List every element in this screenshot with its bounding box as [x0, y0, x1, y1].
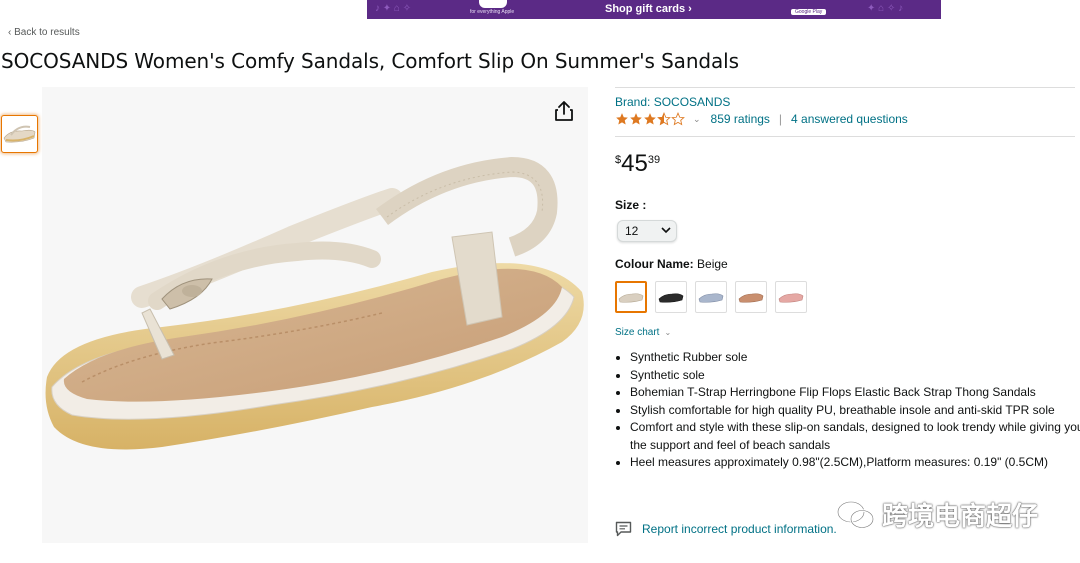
- star-icon: [616, 113, 628, 125]
- rating-row: ⌄ 859 ratings | 4 answered questions: [615, 112, 908, 126]
- back-to-results-link[interactable]: ‹ Back to results: [8, 27, 80, 38]
- watermark: 跨境电商超仔: [836, 496, 1038, 533]
- swatch-beige[interactable]: [615, 281, 647, 313]
- report-incorrect-info-link[interactable]: Report incorrect product information.: [615, 521, 837, 537]
- feature-item: Bohemian T-Strap Herringbone Flip Flops …: [630, 384, 1080, 402]
- star-empty-icon: [671, 112, 685, 126]
- size-chart-label: Size chart: [615, 327, 660, 338]
- sandal-swatch-image: [738, 293, 764, 303]
- apple-gift-card-icon: [479, 0, 507, 8]
- chevron-down-icon: [661, 227, 671, 234]
- banner-left-caption: for everything Apple: [470, 9, 515, 15]
- size-chart-link[interactable]: Size chart ⌄: [615, 327, 671, 338]
- chevron-down-icon: ⌄: [664, 328, 672, 337]
- sandal-swatch-image: [618, 293, 644, 303]
- colour-label: Colour Name: Beige: [615, 257, 728, 271]
- feature-item: Heel measures approximately 0.98"(2.5CM)…: [630, 454, 1080, 472]
- swatch-brown[interactable]: [735, 281, 767, 313]
- sandal-image: [45, 156, 584, 450]
- watermark-text: 跨境电商超仔: [882, 501, 1039, 531]
- main-product-image[interactable]: [42, 87, 588, 543]
- feature-bullets: Synthetic Rubber sole Synthetic sole Boh…: [614, 349, 1080, 472]
- divider: [615, 87, 1075, 88]
- divider: [615, 136, 1075, 137]
- feature-item: Stylish comfortable for high quality PU,…: [630, 402, 1080, 420]
- size-selected-value: 12: [625, 224, 639, 238]
- sandal-thumbnail-image: [3, 125, 36, 143]
- swatch-pink[interactable]: [775, 281, 807, 313]
- ratings-count-link[interactable]: 859 ratings: [711, 112, 770, 126]
- sandal-swatch-image: [778, 293, 804, 303]
- price: $4539: [615, 150, 660, 178]
- banner-decoration: ♪ ✦ ⌂ ✧: [375, 3, 412, 14]
- price-fraction: 39: [647, 154, 661, 166]
- star-rating[interactable]: [615, 112, 685, 126]
- image-thumbnail[interactable]: [1, 115, 38, 153]
- swatch-black[interactable]: [655, 281, 687, 313]
- colour-label-text: Colour Name:: [615, 257, 694, 271]
- report-link-text: Report incorrect product information.: [642, 522, 837, 536]
- star-icon: [644, 113, 656, 125]
- brand-link[interactable]: Brand: SOCOSANDS: [615, 95, 730, 109]
- size-dropdown[interactable]: 12: [617, 220, 677, 242]
- colour-value: Beige: [697, 257, 728, 271]
- product-title: SOCOSANDS Women's Comfy Sandals, Comfort…: [1, 49, 739, 73]
- banner-right-caption: Google Play: [791, 9, 827, 15]
- price-symbol: $: [615, 154, 622, 166]
- wechat-icon: [836, 500, 875, 529]
- sandal-swatch-image: [698, 293, 724, 303]
- gift-card-banner[interactable]: ♪ ✦ ⌂ ✧ ✦ ⌂ ✧ ♪ for everything Apple Sho…: [367, 0, 941, 19]
- swatch-blue[interactable]: [695, 281, 727, 313]
- shop-gift-cards-link[interactable]: Shop gift cards ›: [605, 3, 692, 15]
- star-half-icon: [657, 112, 671, 126]
- answered-questions-link[interactable]: 4 answered questions: [791, 112, 908, 126]
- size-label: Size :: [615, 198, 647, 212]
- share-icon[interactable]: [553, 99, 575, 123]
- feature-item: Synthetic sole: [630, 367, 1080, 385]
- separator: |: [778, 112, 783, 126]
- feature-item: Comfort and style with these slip-on san…: [630, 419, 1080, 454]
- feature-item: Synthetic Rubber sole: [630, 349, 1080, 367]
- sandal-swatch-image: [658, 293, 684, 303]
- chevron-down-icon[interactable]: ⌄: [693, 114, 701, 125]
- banner-decoration: ✦ ⌂ ✧ ♪: [867, 3, 904, 14]
- report-icon: [615, 521, 632, 537]
- price-whole: 45: [621, 150, 648, 177]
- colour-swatches: [615, 281, 807, 313]
- star-icon: [630, 113, 642, 125]
